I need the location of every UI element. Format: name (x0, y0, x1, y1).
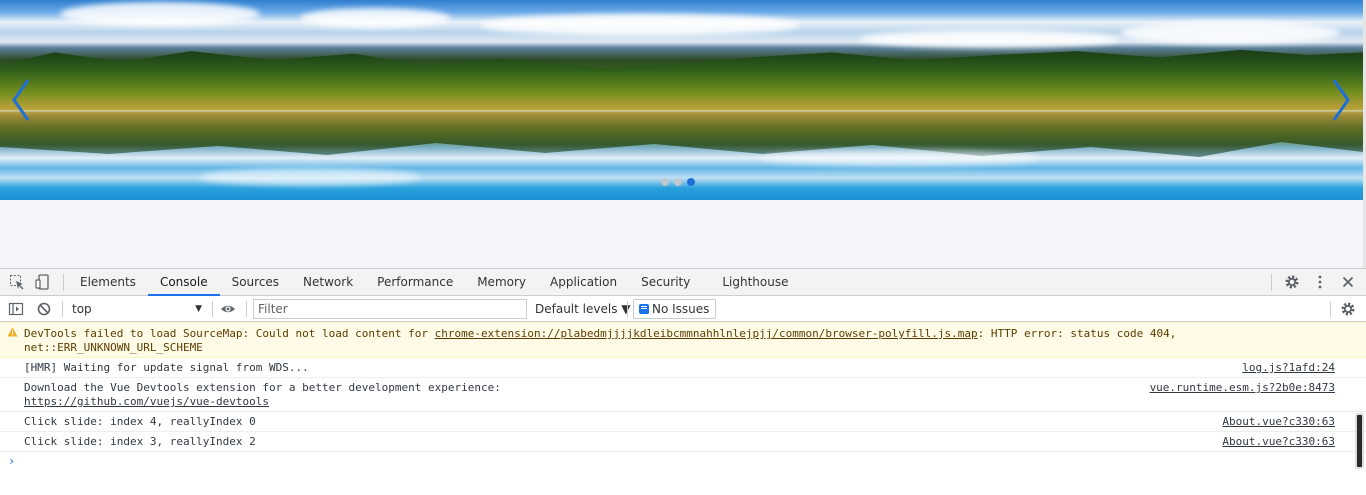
log-source-link[interactable]: About.vue?c330:63 (1222, 415, 1335, 429)
cloud-shape (300, 8, 450, 28)
tab-sources[interactable]: Sources (220, 269, 291, 296)
cloud-reflection (760, 150, 1040, 166)
execution-context-select[interactable]: top ▼ (68, 299, 206, 319)
console-messages: DevTools failed to load SourceMap: Could… (0, 322, 1366, 495)
cloud-shape (860, 30, 1120, 48)
console-warning-message: DevTools failed to load SourceMap: Could… (0, 322, 1366, 358)
filterbar-divider (62, 301, 63, 317)
more-options-icon[interactable] (1312, 274, 1328, 290)
sourcemap-link[interactable]: chrome-extension://plabedmjjjjkdleibcmmn… (435, 327, 978, 340)
filterbar-divider (246, 301, 247, 317)
settings-gear-icon[interactable] (1284, 274, 1300, 290)
warning-icon (7, 327, 18, 337)
carousel-prev-arrow-icon[interactable] (10, 78, 32, 122)
carousel-dot[interactable] (661, 178, 669, 186)
tab-network[interactable]: Network (291, 269, 365, 296)
close-icon[interactable] (1340, 274, 1356, 290)
log-source-link[interactable]: About.vue?c330:63 (1222, 435, 1335, 449)
console-log-message: Click slide: index 4, reallyIndex 0 Abou… (0, 412, 1366, 432)
issues-button[interactable]: No Issues (633, 299, 717, 319)
devtools-panel: Elements Console Sources Network Perform… (0, 268, 1366, 494)
log-text: Download the Vue Devtools extension for … (24, 381, 501, 394)
cloud-shape (1120, 22, 1340, 44)
vue-devtools-link[interactable]: https://github.com/vuejs/vue-devtools (24, 395, 269, 408)
image-carousel[interactable] (0, 0, 1363, 200)
devtools-tabs: Elements Console Sources Network Perform… (68, 269, 801, 296)
filterbar-divider (627, 301, 628, 317)
console-settings-gear-icon[interactable] (1340, 301, 1356, 317)
tab-application[interactable]: Application (538, 269, 629, 296)
log-text: [HMR] Waiting for update signal from WDS… (24, 361, 309, 374)
console-log-message: Click slide: index 3, reallyIndex 2 Abou… (0, 432, 1366, 452)
chevron-down-icon: ▼ (195, 304, 202, 314)
console-prompt-input[interactable]: › (8, 454, 15, 468)
live-expression-eye-icon[interactable] (220, 301, 236, 317)
tab-console[interactable]: Console (147, 269, 220, 296)
console-scrollbar-thumb[interactable] (1355, 413, 1364, 469)
issues-icon (639, 304, 649, 314)
cloud-reflection (200, 168, 420, 186)
lake-reflection (0, 112, 1363, 157)
console-log-message: Download the Vue Devtools extension for … (0, 378, 1366, 412)
log-text: Click slide: index 3, reallyIndex 2 (24, 435, 256, 448)
context-value: top (72, 302, 92, 316)
log-source-link[interactable]: vue.runtime.esm.js?2b0e:8473 (1150, 381, 1335, 395)
filterbar-divider (1330, 301, 1331, 317)
warning-text-line1: DevTools failed to load SourceMap: Could… (24, 327, 1177, 340)
console-log-message: [HMR] Waiting for update signal from WDS… (0, 358, 1366, 378)
tab-performance[interactable]: Performance (365, 269, 465, 296)
clear-console-icon[interactable] (36, 301, 52, 317)
tab-memory[interactable]: Memory (465, 269, 538, 296)
carousel-dot-active[interactable] (687, 178, 695, 186)
filterbar-divider (212, 301, 213, 317)
tabbar-divider (1271, 274, 1272, 291)
device-toolbar-icon[interactable] (35, 274, 51, 290)
log-levels-select[interactable]: Default levels ▼ (535, 299, 631, 319)
tab-lighthouse[interactable]: Lighthouse (702, 269, 800, 296)
cloud-shape (480, 14, 800, 36)
tabbar-divider (63, 274, 64, 291)
forest-shape (0, 49, 1363, 110)
console-filter-bar: top ▼ Default levels ▼ No Issues (0, 296, 1366, 322)
issues-label: No Issues (652, 302, 710, 316)
carousel-dot[interactable] (674, 178, 682, 186)
tab-security[interactable]: Security (629, 269, 702, 296)
show-sidebar-icon[interactable] (8, 301, 24, 317)
carousel-next-arrow-icon[interactable] (1330, 78, 1352, 122)
warning-text-line2: net::ERR_UNKNOWN_URL_SCHEME (24, 341, 203, 354)
devtools-tabbar: Elements Console Sources Network Perform… (0, 269, 1366, 296)
cloud-shape (60, 2, 260, 26)
page-content-area (0, 0, 1366, 268)
tab-elements[interactable]: Elements (68, 269, 148, 296)
log-text: Click slide: index 4, reallyIndex 0 (24, 415, 256, 428)
inspect-element-icon[interactable] (9, 274, 25, 290)
log-source-link[interactable]: log.js?1afd:24 (1242, 361, 1335, 375)
console-filter-input[interactable] (253, 299, 527, 319)
carousel-pagination (661, 178, 695, 186)
